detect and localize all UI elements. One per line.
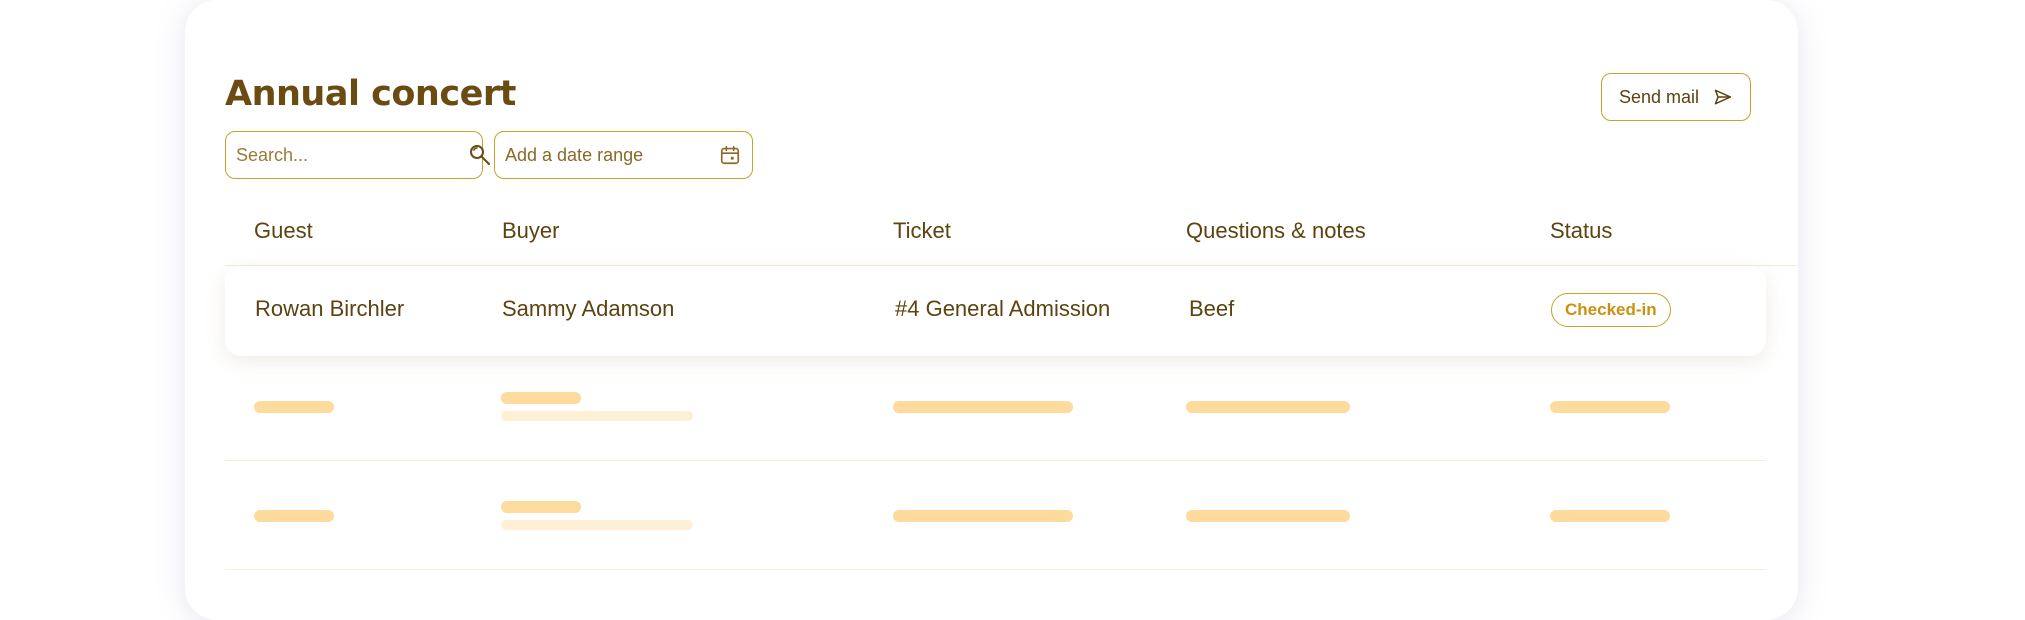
calendar-icon[interactable] [718,143,742,167]
skeleton-buyer-sub [501,520,693,530]
event-card: Annual concert Send mail Add a date rang… [185,0,1798,620]
search-icon[interactable] [468,143,492,167]
row-divider [225,569,1766,570]
notes-cell: Beef [1189,296,1235,321]
guest-cell: Rowan Birchler [255,296,405,321]
search-box [225,131,490,179]
skeleton-buyer [501,501,581,513]
send-mail-button[interactable]: Send mail [1601,73,1751,121]
column-header-ticket[interactable]: Ticket [893,218,951,244]
column-header-questions-notes[interactable]: Questions & notes [1186,218,1366,244]
skeleton-status [1550,401,1670,413]
skeleton-guest [254,510,334,522]
send-mail-label: Send mail [1618,86,1700,107]
skeleton-buyer-sub [501,411,693,421]
skeleton-notes [1186,401,1350,413]
buyer-cell: Sammy Adamson [502,296,675,321]
row-divider [225,460,1766,461]
skeleton-buyer [501,392,581,404]
skeleton-notes [1186,510,1350,522]
search-input[interactable] [236,144,468,166]
date-range-field[interactable]: Add a date range [494,131,753,179]
column-header-status[interactable]: Status [1550,218,1612,244]
date-range-label: Add a date range [505,144,644,165]
skeleton-ticket [893,401,1073,413]
status-badge: Checked-in [1551,293,1671,327]
skeleton-guest [254,401,334,413]
column-header-guest[interactable]: Guest [254,218,313,244]
ticket-cell: #4 General Admission [895,296,1111,321]
skeleton-ticket [893,510,1073,522]
column-header-buyer[interactable]: Buyer [502,218,559,244]
send-icon [1714,89,1732,105]
skeleton-status [1550,510,1670,522]
page-title: Annual concert [225,74,516,114]
